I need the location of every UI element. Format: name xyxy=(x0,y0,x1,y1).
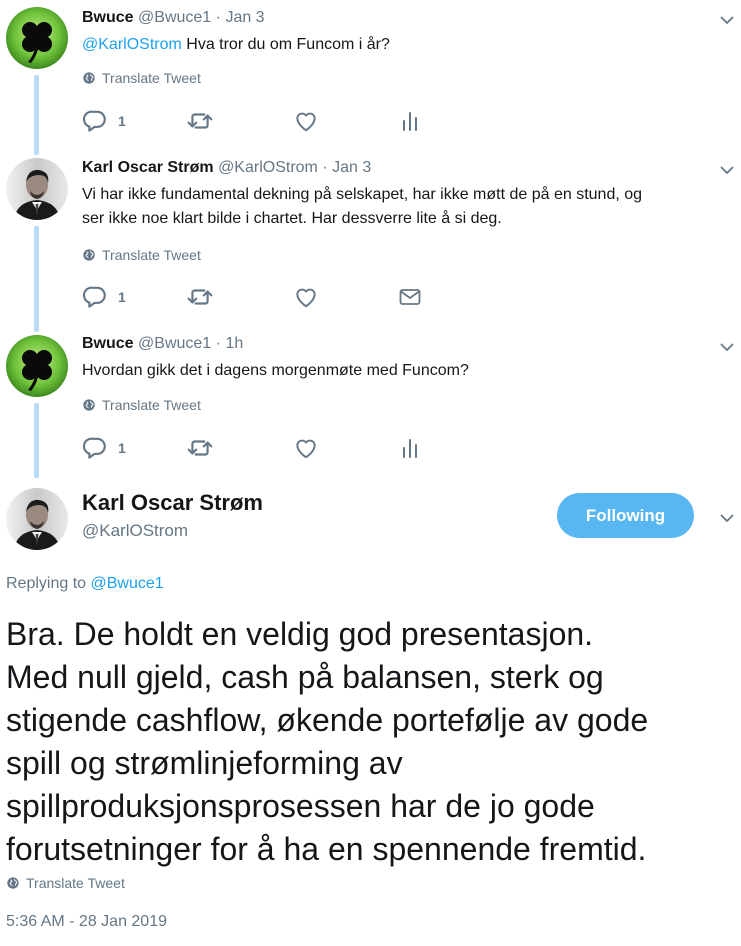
author-name[interactable]: Bwuce xyxy=(82,9,134,26)
tweet-text-line: ser ikke noe klart bilde i chartet. Har … xyxy=(82,210,502,227)
retweet-button[interactable] xyxy=(187,108,213,134)
translate-label: Translate Tweet xyxy=(102,397,201,413)
tweet-time[interactable]: Jan 3 xyxy=(332,159,371,176)
author-name[interactable]: Karl Oscar Strøm xyxy=(82,159,214,176)
analytics-icon xyxy=(398,108,422,134)
tweet-actions: 1 xyxy=(82,284,442,310)
separator: · xyxy=(215,335,221,352)
translate-tweet[interactable]: Translate Tweet xyxy=(6,875,125,891)
main-tweet-text: Bra. De holdt en veldig god presentasjon… xyxy=(6,613,741,871)
like-button[interactable] xyxy=(293,284,319,310)
replying-prefix: Replying to xyxy=(6,575,91,592)
globe-icon xyxy=(6,876,20,890)
main-tweet-line: spillproduksjonsprosessen har de jo gode xyxy=(6,788,595,824)
tweet-text-content: Hva tror du om Funcom i år? xyxy=(181,36,390,53)
tweet-text: Vi har ikke fundamental dekning på selsk… xyxy=(82,183,732,231)
retweet-button[interactable] xyxy=(187,284,213,310)
following-button[interactable]: Following xyxy=(557,493,694,538)
avatar[interactable] xyxy=(6,7,68,69)
main-tweet-line: forutsetninger for å ha en spennende fre… xyxy=(6,831,647,867)
translate-label: Translate Tweet xyxy=(102,70,201,86)
translate-tweet[interactable]: Translate Tweet xyxy=(82,397,201,413)
retweet-icon xyxy=(187,108,213,134)
main-tweet-line: Med null gjeld, cash på balansen, sterk … xyxy=(6,659,604,695)
heart-icon xyxy=(293,108,319,134)
globe-icon xyxy=(82,71,96,85)
reply-button[interactable]: 1 xyxy=(82,284,126,310)
main-tweet-line: Bra. De holdt en veldig god presentasjon… xyxy=(6,616,594,652)
separator: · xyxy=(322,159,328,176)
globe-icon xyxy=(82,248,96,262)
tweet-text-line: Vi har ikke fundamental dekning på selsk… xyxy=(82,186,643,203)
tweet-time[interactable]: 1h xyxy=(225,335,243,352)
retweet-icon xyxy=(187,284,213,310)
author-name[interactable]: Bwuce xyxy=(82,335,134,352)
retweet-button[interactable] xyxy=(187,435,213,461)
avatar[interactable] xyxy=(6,488,68,550)
reply-count: 1 xyxy=(118,113,126,129)
translate-tweet[interactable]: Translate Tweet xyxy=(82,70,201,86)
tweet-actions: 1 xyxy=(82,435,442,461)
analytics-icon xyxy=(398,435,422,461)
retweet-icon xyxy=(187,435,213,461)
like-button[interactable] xyxy=(293,108,319,134)
reply-icon xyxy=(82,435,108,461)
chevron-down-icon[interactable] xyxy=(719,162,735,178)
author-handle[interactable]: @KarlOStrom xyxy=(82,521,188,541)
reply-button[interactable]: 1 xyxy=(82,108,126,134)
direct-message-button[interactable] xyxy=(398,284,422,310)
avatar[interactable] xyxy=(6,335,68,397)
tweet-timestamp[interactable]: 5:36 AM - 28 Jan 2019 xyxy=(6,913,167,931)
avatar[interactable] xyxy=(6,158,68,220)
heart-icon xyxy=(293,284,319,310)
thread-line xyxy=(34,403,39,478)
chevron-down-icon[interactable] xyxy=(719,12,735,28)
heart-icon xyxy=(293,435,319,461)
reply-count: 1 xyxy=(118,440,126,456)
thread-line xyxy=(34,75,39,155)
analytics-button[interactable] xyxy=(398,435,422,461)
replying-to: Replying to @Bwuce1 xyxy=(6,575,164,593)
main-tweet-line: spill og strømlinjeforming av xyxy=(6,745,403,781)
tweet-text: Hvordan gikk det i dagens morgenmøte med… xyxy=(82,359,732,383)
like-button[interactable] xyxy=(293,435,319,461)
tweet-text: @KarlOStrom Hva tror du om Funcom i år? xyxy=(82,33,732,57)
author-handle[interactable]: @Bwuce1 xyxy=(138,9,211,26)
reply-button[interactable]: 1 xyxy=(82,435,126,461)
mention-link[interactable]: @KarlOStrom xyxy=(82,36,182,53)
tweet-text-content: Hvordan gikk det i dagens morgenmøte med… xyxy=(82,362,469,379)
author-handle[interactable]: @KarlOStrom xyxy=(218,159,318,176)
reply-icon xyxy=(82,108,108,134)
main-tweet-line: stigende cashflow, økende portefølje av … xyxy=(6,702,649,738)
separator: · xyxy=(215,9,221,26)
reply-icon xyxy=(82,284,108,310)
globe-icon xyxy=(82,398,96,412)
reply-count: 1 xyxy=(118,289,126,305)
analytics-button[interactable] xyxy=(398,108,422,134)
tweet-time[interactable]: Jan 3 xyxy=(225,9,264,26)
envelope-icon xyxy=(398,284,422,310)
tweet-actions: 1 xyxy=(82,108,442,134)
translate-label: Translate Tweet xyxy=(102,247,201,263)
thread-line xyxy=(34,226,39,332)
translate-label: Translate Tweet xyxy=(26,875,125,891)
translate-tweet[interactable]: Translate Tweet xyxy=(82,247,201,263)
chevron-down-icon[interactable] xyxy=(719,510,735,526)
chevron-down-icon[interactable] xyxy=(719,339,735,355)
author-name[interactable]: Karl Oscar Strøm xyxy=(82,490,263,516)
replying-to-link[interactable]: @Bwuce1 xyxy=(91,575,164,592)
author-handle[interactable]: @Bwuce1 xyxy=(138,335,211,352)
